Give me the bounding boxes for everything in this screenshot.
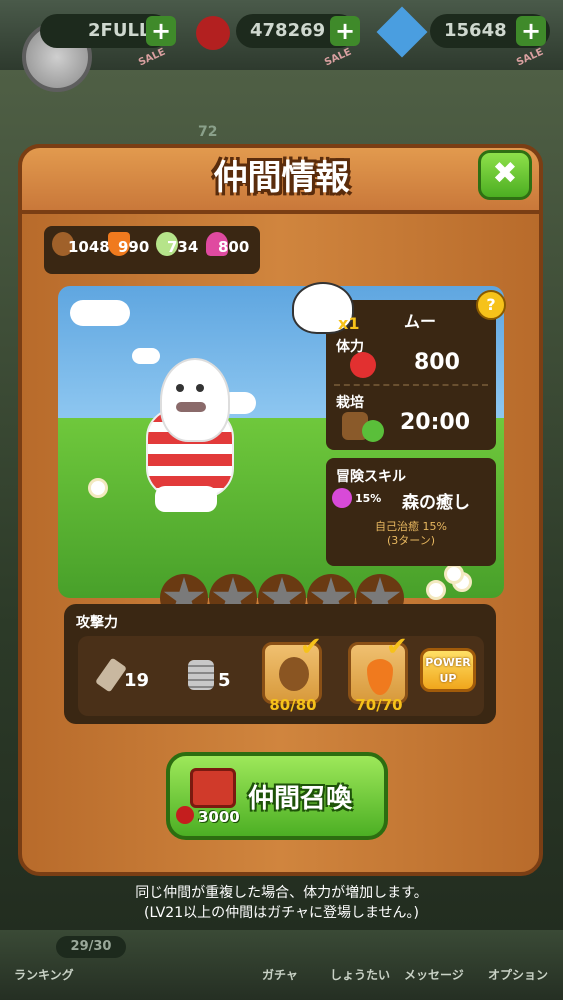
acorn-icon [279, 657, 309, 691]
summon-cost: 3000 [198, 808, 240, 826]
cherry-icon [176, 806, 194, 824]
nav-gacha[interactable]: ガチャ [262, 966, 298, 983]
stats-divider [334, 384, 488, 386]
character-legs [155, 486, 217, 512]
character-mouth [176, 402, 206, 412]
close-icon: ✖ [492, 156, 518, 191]
coins-icon [188, 660, 214, 690]
turnip-count: 734 [167, 238, 199, 256]
hp-value: 800 [414, 350, 460, 375]
flower-decoration [444, 564, 464, 584]
mushroom-count: 800 [218, 238, 250, 256]
cherry-icon [196, 16, 230, 50]
cloud-decoration [70, 300, 130, 326]
acorn-progress: 80/80 [269, 696, 317, 714]
power-up-label-1: POWER [425, 656, 471, 669]
stamina-counter: 29/30 [56, 936, 126, 958]
power-up-label-2: UP [439, 672, 457, 685]
coins-value: 5 [218, 670, 231, 691]
nav-messages[interactable]: メッセージ [404, 966, 464, 983]
skill-section-label: 冒険スキル [336, 469, 406, 485]
nav-ranking[interactable]: ランキング [14, 966, 74, 983]
flower-decoration [426, 580, 446, 600]
lives-count: 2 [88, 20, 101, 41]
friend-multiplier: x1 [338, 314, 360, 333]
add-cherries-button[interactable]: + [330, 16, 360, 46]
nav-invite[interactable]: しょうたい [330, 966, 390, 983]
close-button[interactable]: ✖ [478, 150, 532, 200]
add-lives-button[interactable]: + [146, 16, 176, 46]
friend-name: ムー [404, 312, 437, 331]
heart-icon [350, 352, 376, 378]
cultivate-label: 栽培 [336, 395, 364, 411]
gacha-booth-icon [190, 768, 236, 808]
duplicate-note: 同じ仲間が重複した場合、体力が増加します。 [135, 885, 428, 901]
cloud-decoration [132, 348, 160, 364]
character-eye [196, 384, 204, 392]
carrot-icon [367, 659, 393, 695]
acorn-count: 1048 [68, 238, 110, 256]
gem-count: 15648 [444, 20, 507, 41]
friend-character [160, 358, 230, 442]
character-eye [176, 384, 184, 392]
cultivate-time: 20:00 [400, 410, 471, 435]
level-note: (LV21以上の仲間はガチャに登場しません。) [143, 905, 420, 921]
skill-name: 森の癒し [402, 493, 470, 513]
flower-decoration [88, 478, 108, 498]
heal-skill-icon [332, 488, 352, 508]
clover-icon [362, 420, 384, 442]
nav-options[interactable]: オプション [488, 966, 548, 983]
summon-label: 仲間召喚 [248, 784, 353, 814]
attack-label: 攻撃力 [76, 615, 118, 631]
add-gems-button[interactable]: + [516, 16, 546, 46]
power-up-button[interactable]: POWER UP [420, 648, 476, 692]
skill-chance: 15% [355, 492, 382, 505]
carrot-count: 990 [118, 238, 150, 256]
skill-desc-line2: (3ターン) [386, 534, 436, 547]
cherry-count: 478269 [250, 20, 326, 41]
check-icon: ✔ [300, 632, 322, 662]
check-icon: ✔ [386, 632, 408, 662]
help-icon[interactable]: ? [476, 290, 506, 320]
carrot-progress: 70/70 [355, 696, 403, 714]
sword-value: 19 [124, 670, 150, 691]
level-badge: 72 [198, 124, 218, 140]
lives-status: FULL [100, 20, 151, 41]
